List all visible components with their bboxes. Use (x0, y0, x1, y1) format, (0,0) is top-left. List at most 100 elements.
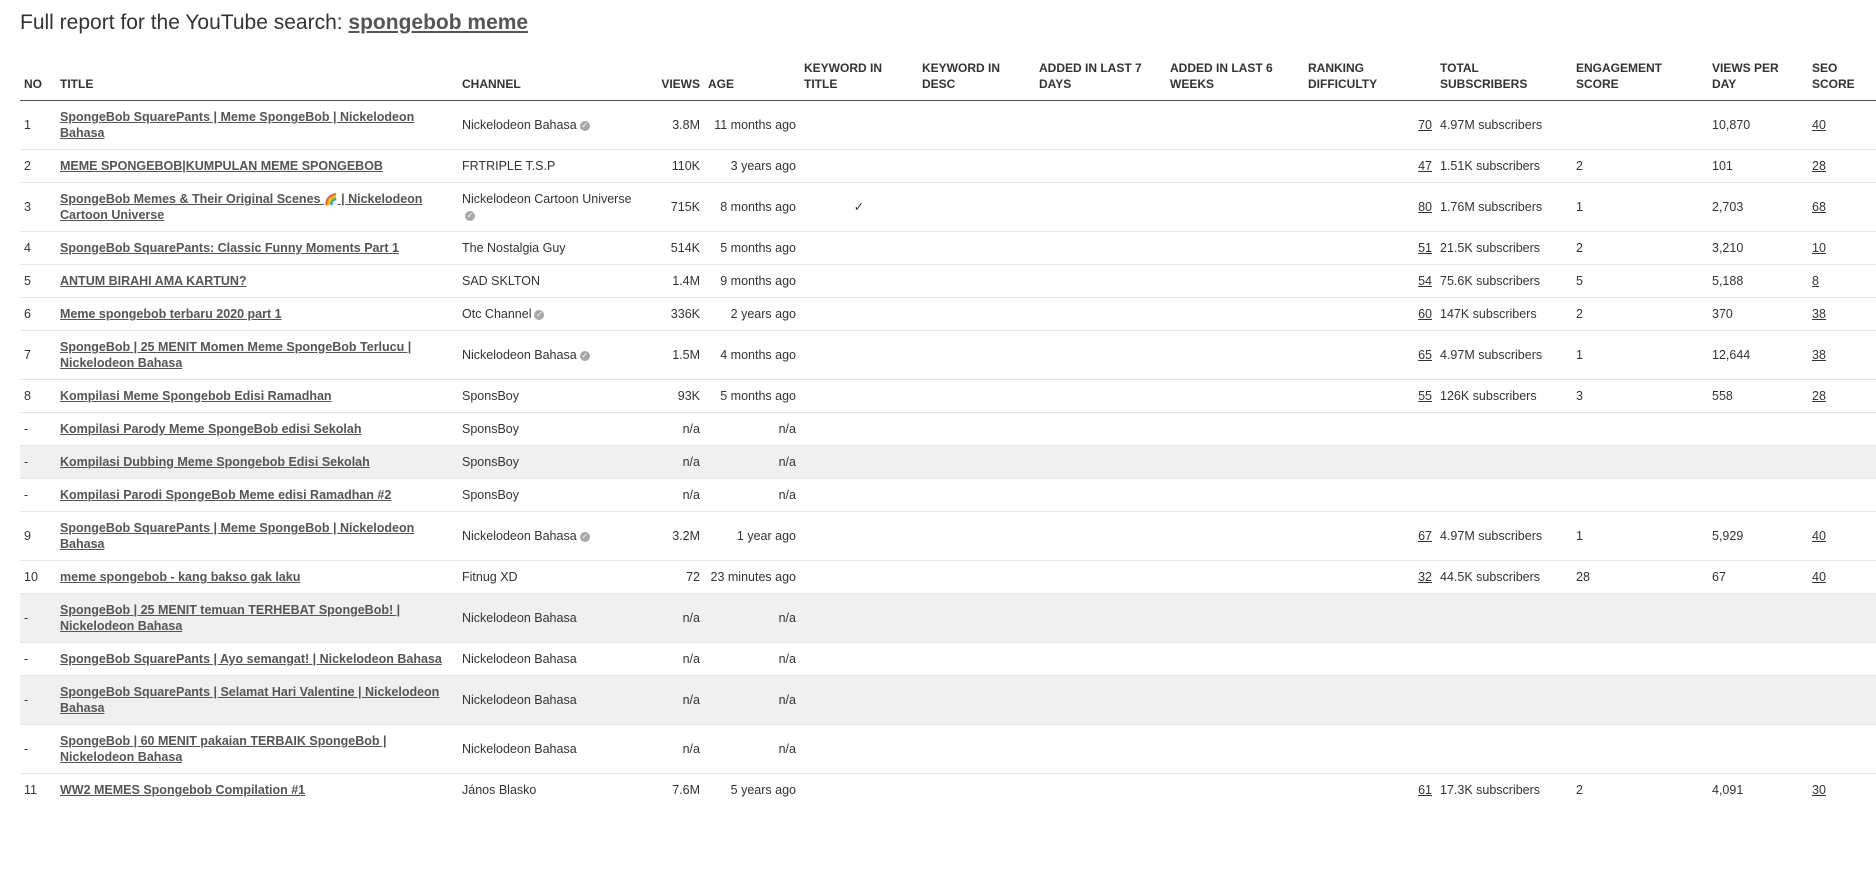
total-subscribers-cell: 44.5K subscribers (1436, 560, 1572, 594)
age-value: n/a (778, 742, 796, 756)
col-header-title[interactable]: TITLE (56, 58, 458, 101)
col-header-no[interactable]: NO (20, 58, 56, 101)
seo-score-cell: 28 (1808, 379, 1876, 413)
video-title-link[interactable]: SpongeBob | 25 MENIT temuan TERHEBAT Spo… (60, 603, 400, 633)
ranking-difficulty-link[interactable]: 54 (1418, 274, 1432, 288)
seo-score-link[interactable]: 8 (1812, 274, 1819, 288)
seo-score-link[interactable]: 38 (1812, 307, 1826, 321)
views-cell: 93K (646, 379, 704, 413)
seo-score-cell: 28 (1808, 149, 1876, 183)
engagement-score-cell: 1 (1572, 330, 1708, 380)
ranking-difficulty-link[interactable]: 67 (1418, 529, 1432, 543)
row-number: 5 (24, 274, 31, 288)
keyword-in-title-cell: ✓ (800, 182, 918, 232)
views-cell: 110K (646, 149, 704, 183)
seo-score-link[interactable]: 40 (1812, 529, 1826, 543)
col-header-channel[interactable]: CHANNEL (458, 58, 646, 101)
col-header-ranking-difficulty[interactable]: RANKING DIFFICULTY (1304, 58, 1436, 101)
col-header-views[interactable]: VIEWS (646, 58, 704, 101)
col-header-engagement-score[interactable]: ENGAGEMENT SCORE (1572, 58, 1708, 101)
video-title-link[interactable]: SpongeBob Memes & Their Original Scenes … (60, 192, 422, 222)
views-per-day-value: 2,703 (1712, 200, 1744, 214)
keyword-in-title-cell (800, 724, 918, 774)
engagement-score-cell (1572, 478, 1708, 512)
video-title-link[interactable]: SpongeBob SquarePants | Meme SpongeBob |… (60, 110, 414, 140)
video-title-link[interactable]: SpongeBob SquarePants | Selamat Hari Val… (60, 685, 439, 715)
views-per-day-cell: 12,644 (1708, 330, 1808, 380)
ranking-difficulty-cell: 47 (1304, 149, 1436, 183)
video-title-link[interactable]: Kompilasi Meme Spongebob Edisi Ramadhan (60, 389, 332, 403)
video-title-cell: MEME SPONGEBOB|KUMPULAN MEME SPONGEBOB (56, 149, 458, 183)
video-title-link[interactable]: SpongeBob | 25 MENIT Momen Meme SpongeBo… (60, 340, 411, 370)
col-header-keyword-in-title[interactable]: KEYWORD IN TITLE (800, 58, 918, 101)
video-title-link[interactable]: Kompilasi Parodi SpongeBob Meme edisi Ra… (60, 488, 391, 502)
video-title-link[interactable]: SpongeBob SquarePants | Meme SpongeBob |… (60, 521, 414, 551)
video-title-link[interactable]: WW2 MEMES Spongebob Compilation #1 (60, 783, 305, 797)
ranking-difficulty-link[interactable]: 60 (1418, 307, 1432, 321)
keyword-in-desc-cell (918, 593, 1035, 643)
keyword-in-title-cell (800, 675, 918, 725)
ranking-difficulty-link[interactable]: 61 (1418, 783, 1432, 797)
views-per-day-value: 4,091 (1712, 783, 1744, 797)
channel-cell: Nickelodeon Bahasa (458, 593, 646, 643)
ranking-difficulty-link[interactable]: 80 (1418, 200, 1432, 214)
seo-score-link[interactable]: 38 (1812, 348, 1826, 362)
table-row: - Kompilasi Dubbing Meme Spongebob Edisi … (20, 445, 1876, 479)
added-last-6-weeks-cell (1166, 642, 1304, 676)
col-header-seo-score[interactable]: SEO SCORE (1808, 58, 1876, 101)
channel-name: SAD SKLTON (462, 274, 541, 288)
views-per-day-value: 5,188 (1712, 274, 1744, 288)
total-subscribers-cell: 4.97M subscribers (1436, 511, 1572, 561)
table-row: 9 SpongeBob SquarePants | Meme SpongeBob … (20, 511, 1876, 561)
seo-score-link[interactable]: 10 (1812, 241, 1826, 255)
col-header-added-last-7-days[interactable]: ADDED IN LAST 7 DAYS (1035, 58, 1166, 101)
age-value: 8 months ago (720, 200, 796, 214)
seo-score-link[interactable]: 30 (1812, 783, 1826, 797)
row-number-cell: - (20, 412, 56, 446)
video-title-link[interactable]: MEME SPONGEBOB|KUMPULAN MEME SPONGEBOB (60, 159, 383, 173)
age-cell: 4 months ago (704, 330, 800, 380)
views-cell: 514K (646, 231, 704, 265)
video-title-link[interactable]: Kompilasi Dubbing Meme Spongebob Edisi S… (60, 455, 370, 469)
engagement-score-value: 2 (1576, 783, 1583, 797)
seo-score-link[interactable]: 40 (1812, 118, 1826, 132)
views-per-day-cell: 10,870 (1708, 101, 1808, 150)
video-title-link[interactable]: Kompilasi Parody Meme SpongeBob edisi Se… (60, 422, 361, 436)
engagement-score-cell: 2 (1572, 773, 1708, 806)
seo-score-link[interactable]: 68 (1812, 200, 1826, 214)
col-header-keyword-in-desc[interactable]: KEYWORD IN DESC (918, 58, 1035, 101)
ranking-difficulty-link[interactable]: 65 (1418, 348, 1432, 362)
engagement-score-value: 1 (1576, 200, 1583, 214)
video-title-link[interactable]: ANTUM BIRAHI AMA KARTUN? (60, 274, 247, 288)
ranking-difficulty-link[interactable]: 51 (1418, 241, 1432, 255)
views-value: n/a (682, 611, 700, 625)
views-value: 1.5M (672, 348, 700, 362)
seo-score-link[interactable]: 40 (1812, 570, 1826, 584)
ranking-difficulty-cell: 32 (1304, 560, 1436, 594)
seo-score-cell: 38 (1808, 297, 1876, 331)
ranking-difficulty-link[interactable]: 55 (1418, 389, 1432, 403)
video-title-link[interactable]: Meme spongebob terbaru 2020 part 1 (60, 307, 282, 321)
total-subscribers-cell (1436, 445, 1572, 479)
video-title-link[interactable]: SpongeBob SquarePants | Ayo semangat! | … (60, 652, 442, 666)
video-title-link[interactable]: SpongeBob SquarePants: Classic Funny Mom… (60, 241, 399, 255)
col-header-total-subscribers[interactable]: TOTAL SUBSCRIBERS (1436, 58, 1572, 101)
ranking-difficulty-link[interactable]: 32 (1418, 570, 1432, 584)
engagement-score-cell (1572, 445, 1708, 479)
seo-score-link[interactable]: 28 (1812, 389, 1826, 403)
row-number-cell: 9 (20, 511, 56, 561)
engagement-score-value: 1 (1576, 348, 1583, 362)
col-header-views-per-day[interactable]: VIEWS PER DAY (1708, 58, 1808, 101)
video-title-link[interactable]: SpongeBob | 60 MENIT pakaian TERBAIK Spo… (60, 734, 386, 764)
keyword-in-title-cell (800, 231, 918, 265)
col-header-age[interactable]: AGE (704, 58, 800, 101)
search-query-link[interactable]: spongebob meme (348, 11, 528, 34)
channel-name: Otc Channel (462, 307, 532, 321)
row-number-cell: - (20, 445, 56, 479)
seo-score-link[interactable]: 28 (1812, 159, 1826, 173)
total-subscribers-value: 21.5K subscribers (1440, 241, 1541, 255)
ranking-difficulty-link[interactable]: 47 (1418, 159, 1432, 173)
ranking-difficulty-link[interactable]: 70 (1418, 118, 1432, 132)
col-header-added-last-6-weeks[interactable]: ADDED IN LAST 6 WEEKS (1166, 58, 1304, 101)
video-title-link[interactable]: meme spongebob - kang bakso gak laku (60, 570, 300, 584)
